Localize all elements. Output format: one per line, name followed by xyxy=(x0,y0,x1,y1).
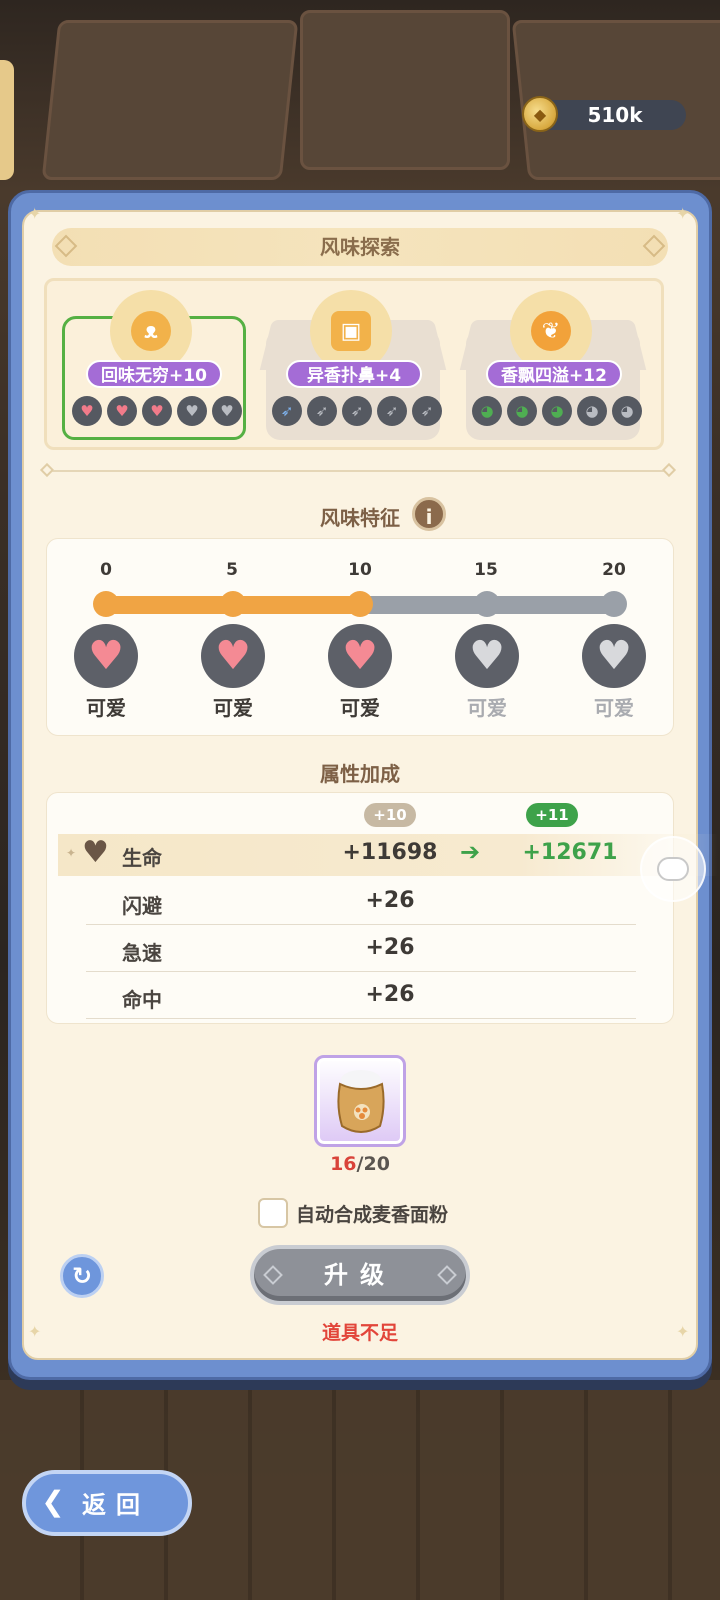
auto-craft-checkbox[interactable] xyxy=(258,1198,288,1228)
refresh-button[interactable]: ↻ xyxy=(60,1254,104,1298)
corner-star-icon: ✦ xyxy=(28,204,42,223)
info-icon[interactable]: i xyxy=(412,497,446,531)
attribute-name: 命中 xyxy=(122,988,162,1012)
track-tick-label: 15 xyxy=(474,560,498,580)
background-frame-edge xyxy=(0,60,14,180)
moon-icon: ◕ xyxy=(612,396,642,426)
attributes-title: 属性加成 xyxy=(320,762,400,786)
heart-icon: ♥ xyxy=(107,396,137,426)
material-count: 16/20 xyxy=(310,1153,410,1175)
moon-icon: ◕ xyxy=(542,396,572,426)
trait-heart-icon[interactable]: ♥ xyxy=(74,624,138,688)
feather-icon: ➶ xyxy=(307,396,337,426)
flavor-card-3[interactable]: ❦ 香飘四溢+12 ◕ ◕ ◕ ◕ ◕ xyxy=(458,290,647,440)
coin-icon: ◆ xyxy=(522,96,558,132)
cat-face-icon: ᴥ xyxy=(131,311,171,351)
flavor-card-label: 香飘四溢+12 xyxy=(486,360,622,388)
back-button-label: 返回 xyxy=(82,1491,150,1519)
trait-label: 可爱 xyxy=(213,696,253,720)
trait-heart-icon[interactable]: ♥ xyxy=(328,624,392,688)
attribute-value: +26 xyxy=(365,982,415,1007)
material-required: /20 xyxy=(356,1153,390,1175)
heart-icon: ♥ xyxy=(82,835,109,870)
attribute-next-value: +12671 xyxy=(522,840,618,865)
panel-title: 风味探索 xyxy=(320,235,400,259)
background-crate xyxy=(300,10,510,170)
attribute-value: +26 xyxy=(365,888,415,913)
insufficient-items-warning: 道具不足 xyxy=(321,1322,398,1344)
row-divider xyxy=(86,924,636,925)
track-tick-label: 5 xyxy=(226,560,238,580)
chat-bubble-icon xyxy=(657,857,689,881)
flour-sack-icon xyxy=(337,1070,385,1133)
upgrade-button-label: 升级 xyxy=(324,1261,396,1289)
track-node xyxy=(93,591,119,617)
attribute-name: 急速 xyxy=(122,941,162,965)
flavor-card-1[interactable]: ᴥ 回味无穷+10 ♥ ♥ ♥ ♥ ♥ xyxy=(58,290,247,440)
auto-craft-label: 自动合成麦香面粉 xyxy=(296,1204,449,1226)
background-crate xyxy=(41,20,299,180)
chat-button[interactable] xyxy=(640,836,706,902)
corner-star-icon: ✦ xyxy=(676,204,690,223)
currency-value: 510k xyxy=(587,103,643,127)
row-divider xyxy=(86,971,636,972)
heart-icon: ♥ xyxy=(142,396,172,426)
trait-label: 可爱 xyxy=(86,696,126,720)
section-divider xyxy=(46,470,666,472)
tablet-icon: ▣ xyxy=(331,311,371,351)
track-node xyxy=(220,591,246,617)
trait-label: 可爱 xyxy=(340,696,380,720)
refresh-icon: ↻ xyxy=(71,1262,93,1290)
attribute-name: 闪避 xyxy=(122,894,162,918)
card-badges: ➶ ➶ ➶ ➶ ➶ xyxy=(272,396,442,426)
attribute-value: +26 xyxy=(365,935,415,960)
feather-icon: ➶ xyxy=(342,396,372,426)
trait-heart-icon[interactable]: ♥ xyxy=(455,624,519,688)
next-level-tag: +11 xyxy=(526,803,578,827)
fox-tail-icon: ❦ xyxy=(531,311,571,351)
feather-icon: ➶ xyxy=(412,396,442,426)
traits-title: 风味特征 xyxy=(320,506,400,530)
card-badges: ◕ ◕ ◕ ◕ ◕ xyxy=(472,396,642,426)
track-tick-label: 10 xyxy=(348,560,372,580)
heart-icon: ♥ xyxy=(177,396,207,426)
trait-heart-icon[interactable]: ♥ xyxy=(582,624,646,688)
track-tick-label: 20 xyxy=(602,560,626,580)
attribute-name: 生命 xyxy=(122,846,162,870)
moon-icon: ◕ xyxy=(507,396,537,426)
trait-label: 可爱 xyxy=(594,696,634,720)
feather-icon: ➶ xyxy=(272,396,302,426)
track-node xyxy=(601,591,627,617)
trait-heart-icon[interactable]: ♥ xyxy=(201,624,265,688)
track-tick-label: 0 xyxy=(100,560,112,580)
back-arrow-icon: ❮ xyxy=(41,1485,65,1518)
moon-icon: ◕ xyxy=(472,396,502,426)
heart-icon: ♥ xyxy=(212,396,242,426)
row-divider xyxy=(86,1018,636,1019)
heart-icon: ♥ xyxy=(72,396,102,426)
feather-icon: ➶ xyxy=(377,396,407,426)
track-node xyxy=(347,591,373,617)
moon-icon: ◕ xyxy=(577,396,607,426)
arrow-right-icon: ➔ xyxy=(460,838,481,866)
current-level-tag: +10 xyxy=(364,803,416,827)
track-node xyxy=(474,591,500,617)
flavor-card-label: 回味无穷+10 xyxy=(86,360,222,388)
attribute-value: +11698 xyxy=(342,840,438,865)
flavor-card-label: 异香扑鼻+4 xyxy=(286,360,422,388)
material-owned: 16 xyxy=(330,1153,357,1175)
trait-label: 可爱 xyxy=(467,696,507,720)
card-badges: ♥ ♥ ♥ ♥ ♥ xyxy=(72,396,242,426)
sparkle-icon: ✦ xyxy=(66,846,77,860)
flavor-card-2[interactable]: ▣ 异香扑鼻+4 ➶ ➶ ➶ ➶ ➶ xyxy=(258,290,447,440)
